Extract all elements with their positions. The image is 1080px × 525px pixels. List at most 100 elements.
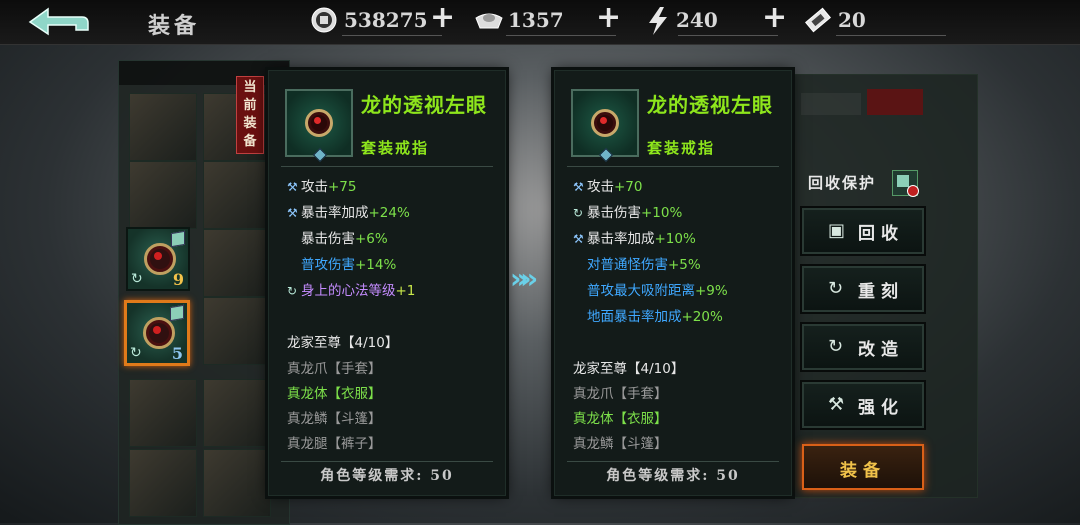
divider <box>506 35 616 36</box>
level-requirement: 角色等级需求: 50 <box>320 468 454 484</box>
energy-value: 240 <box>676 8 718 32</box>
ingot-value: 1357 <box>508 8 564 32</box>
set-item: 真龙爪【手套】 <box>287 361 382 377</box>
divider <box>281 461 493 462</box>
item-name: 龙的透视左眼 <box>647 93 773 117</box>
stat-row: ⚒ 暴击率加成+10% <box>573 231 696 247</box>
hammer-icon: ⚒ <box>828 394 845 415</box>
compare-item-card: 龙的透视左眼 套装戒指 ⚒ 攻击+70 ↻ 暴击伤害+10% ⚒ 暴击率加成+10% … <box>554 70 792 496</box>
add-ingot-button[interactable]: + <box>596 2 621 34</box>
cube-icon: ▣ <box>828 220 846 241</box>
add-energy-button[interactable]: + <box>762 2 787 34</box>
current-equipped-tag: 当 前 装 备 <box>236 76 264 154</box>
tab-active[interactable] <box>867 89 923 115</box>
back-arrow-icon[interactable] <box>26 6 92 38</box>
refresh-icon: ↻ <box>130 345 142 361</box>
refresh-icon: ↻ <box>287 284 298 298</box>
divider <box>342 35 442 36</box>
cube-icon <box>897 175 909 187</box>
tag-char: 前 <box>243 98 257 113</box>
inventory-slot[interactable] <box>129 161 197 229</box>
item-type: 套装戒指 <box>361 139 430 157</box>
add-coin-button[interactable]: + <box>430 2 455 34</box>
equip-button[interactable]: 装备 <box>802 444 924 490</box>
divider <box>678 35 778 36</box>
reforge-label: 重刻 <box>858 282 904 302</box>
diamond-icon <box>312 147 328 163</box>
set-title: 龙家至尊【4/10】 <box>287 335 399 351</box>
stat-row: 普攻最大吸附距离+9% <box>587 283 728 299</box>
rebuild-button[interactable]: ↻ 改造 <box>802 324 924 370</box>
level-requirement: 角色等级需求: 50 <box>606 468 740 484</box>
item-icon <box>571 89 639 163</box>
tag-char: 当 <box>243 80 257 95</box>
inventory-slot[interactable] <box>203 379 271 447</box>
ring-icon <box>305 109 333 137</box>
coin-value: 538275 <box>344 8 428 32</box>
rebuild-label: 改造 <box>858 340 904 360</box>
hammer-icon: ⚒ <box>573 232 584 246</box>
coin-icon <box>310 6 340 36</box>
inventory-panel <box>118 60 290 525</box>
item-name: 龙的透视左眼 <box>361 93 487 117</box>
reforge-button[interactable]: ↻ 重刻 <box>802 266 924 312</box>
set-item: 真龙体【衣服】 <box>573 411 668 427</box>
current-item-card: 龙的透视左眼 套装戒指 ⚒ 攻击+75 ⚒ 暴击率加成+24% 暴击伤害+6% 普攻… <box>268 70 506 496</box>
tag-char: 备 <box>243 134 257 149</box>
recycle-protect-toggle[interactable] <box>892 170 919 197</box>
recycle-button[interactable]: ▣ 回收 <box>802 208 924 254</box>
inventory-slot[interactable] <box>203 449 271 517</box>
stat-row: ↻ 暴击伤害+10% <box>573 205 683 221</box>
hammer-icon: ⚒ <box>573 180 584 194</box>
refresh-icon: ↻ <box>828 278 844 299</box>
refresh-icon: ↻ <box>573 206 584 220</box>
ticket-value: 20 <box>838 8 866 32</box>
equip-label: 装备 <box>840 461 886 481</box>
inventory-slot[interactable] <box>129 449 197 517</box>
inventory-slot[interactable] <box>203 297 271 365</box>
item-icon <box>285 89 353 163</box>
page-title: 装备 <box>148 13 201 39</box>
ingot-icon <box>474 6 504 36</box>
hammer-icon: ⚒ <box>287 206 298 220</box>
stat-row: ⚒ 攻击+75 <box>287 179 357 195</box>
stat-row: 普攻伤害+14% <box>301 257 397 273</box>
divider <box>567 461 779 462</box>
ring-icon <box>591 109 619 137</box>
ticket-icon <box>804 6 834 36</box>
stat-row: 暴击伤害+6% <box>301 231 388 247</box>
set-item: 真龙爪【手套】 <box>573 386 668 402</box>
cube-icon <box>170 304 184 322</box>
refresh-icon: ↻ <box>828 336 844 357</box>
set-title: 龙家至尊【4/10】 <box>573 361 685 377</box>
refresh-icon: ↻ <box>131 271 143 287</box>
divider <box>567 166 779 167</box>
set-item: 真龙腿【裤子】 <box>287 436 382 452</box>
stat-row: 地面暴击率加成+20% <box>587 309 723 325</box>
tab[interactable] <box>801 93 861 115</box>
stat-row: ⚒ 攻击+70 <box>573 179 643 195</box>
item-type: 套装戒指 <box>647 139 716 157</box>
set-item: 真龙鳞【斗篷】 <box>573 436 668 452</box>
divider <box>281 166 493 167</box>
recycle-protect-label: 回收保护 <box>808 174 877 192</box>
stat-row: ⚒ 暴击率加成+24% <box>287 205 410 221</box>
inventory-slot[interactable] <box>203 161 271 229</box>
enhance-button[interactable]: ⚒ 强化 <box>802 382 924 428</box>
compare-arrow-icon: »» <box>510 262 538 295</box>
ring-icon <box>144 243 176 275</box>
set-item: 真龙体【衣服】 <box>287 386 382 402</box>
top-bar: 装备 538275 + 1357 + 240 + 20 <box>0 0 1080 45</box>
inventory-slot[interactable] <box>129 93 197 161</box>
inventory-slot[interactable] <box>129 379 197 447</box>
ring-icon <box>143 317 175 349</box>
hammer-icon: ⚒ <box>287 180 298 194</box>
inventory-slot[interactable] <box>203 229 271 297</box>
slot-level: 5 <box>171 344 183 363</box>
diamond-icon <box>598 147 614 163</box>
stat-row: 对普通怪伤害+5% <box>587 257 701 273</box>
equipped-ring-slot[interactable]: ↻ 9 <box>126 227 190 291</box>
cube-icon <box>171 230 185 248</box>
selected-ring-slot[interactable]: ↻ 5 <box>124 300 190 366</box>
recycle-label: 回收 <box>858 224 904 244</box>
